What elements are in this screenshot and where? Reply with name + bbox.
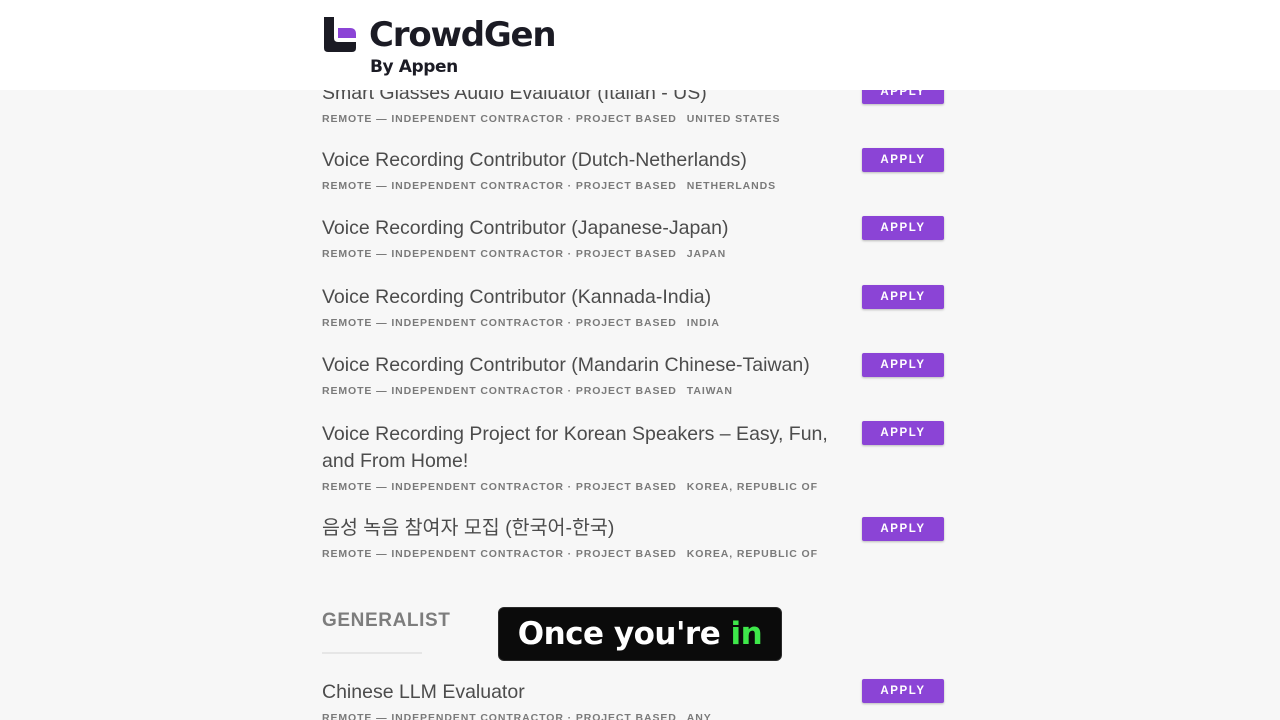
job-row: Chinese LLM Evaluator REMOTE — INDEPENDE… — [322, 679, 952, 720]
job-meta: REMOTE — INDEPENDENT CONTRACTOR · PROJEC… — [322, 547, 952, 561]
job-location: KOREA, REPUBLIC OF — [686, 548, 818, 560]
job-title-link[interactable]: Voice Recording Contributor (Japanese-Ja… — [322, 215, 852, 242]
apply-button[interactable]: APPLY — [862, 679, 944, 703]
job-meta: REMOTE — INDEPENDENT CONTRACTOR · PROJEC… — [322, 316, 952, 330]
job-type: REMOTE — INDEPENDENT CONTRACTOR · PROJEC… — [322, 548, 677, 560]
job-row: Voice Recording Contributor (Dutch-Nethe… — [322, 147, 952, 193]
job-title-link[interactable]: Voice Recording Contributor (Kannada-Ind… — [322, 284, 852, 311]
job-meta: REMOTE — INDEPENDENT CONTRACTOR · PROJEC… — [322, 711, 952, 720]
job-title-link[interactable]: Voice Recording Contributor (Mandarin Ch… — [322, 352, 852, 379]
job-meta: REMOTE — INDEPENDENT CONTRACTOR · PROJEC… — [322, 480, 952, 494]
brand-subtitle: By Appen — [370, 57, 458, 77]
job-location: JAPAN — [686, 248, 727, 260]
job-row: Voice Recording Contributor (Mandarin Ch… — [322, 352, 952, 398]
job-row: Voice Recording Project for Korean Speak… — [322, 421, 952, 494]
job-type: REMOTE — INDEPENDENT CONTRACTOR · PROJEC… — [322, 113, 677, 125]
job-meta: REMOTE — INDEPENDENT CONTRACTOR · PROJEC… — [322, 112, 952, 126]
job-title-link[interactable]: Voice Recording Contributor (Dutch-Nethe… — [322, 147, 852, 174]
caption-text: Once you're — [517, 616, 721, 652]
job-type: REMOTE — INDEPENDENT CONTRACTOR · PROJEC… — [322, 317, 677, 329]
job-type: REMOTE — INDEPENDENT CONTRACTOR · PROJEC… — [322, 712, 677, 720]
job-location: KOREA, REPUBLIC OF — [686, 481, 818, 493]
job-title-link[interactable]: Voice Recording Project for Korean Speak… — [322, 421, 852, 475]
job-title-link[interactable]: Chinese LLM Evaluator — [322, 679, 852, 706]
job-location: UNITED STATES — [686, 113, 781, 125]
caption-highlight: in — [730, 616, 763, 652]
job-type: REMOTE — INDEPENDENT CONTRACTOR · PROJEC… — [322, 481, 677, 493]
job-meta: REMOTE — INDEPENDENT CONTRACTOR · PROJEC… — [322, 384, 952, 398]
job-board-page: CrowdGen By Appen Smart Glasses Audio Ev… — [0, 0, 1280, 720]
section-heading-generalist: GENERALIST — [322, 610, 451, 631]
apply-button[interactable]: APPLY — [862, 517, 944, 541]
apply-button[interactable]: APPLY — [862, 353, 944, 377]
job-title-link[interactable]: 음성 녹음 참여자 모집 (한국어-한국) — [322, 515, 852, 542]
job-type: REMOTE — INDEPENDENT CONTRACTOR · PROJEC… — [322, 248, 677, 260]
job-location: TAIWAN — [686, 385, 733, 397]
job-row: Voice Recording Contributor (Japanese-Ja… — [322, 215, 952, 261]
job-row: 음성 녹음 참여자 모집 (한국어-한국) REMOTE — INDEPENDE… — [322, 515, 952, 561]
section-divider — [322, 652, 422, 654]
job-location: NETHERLANDS — [686, 180, 777, 192]
job-type: REMOTE — INDEPENDENT CONTRACTOR · PROJEC… — [322, 385, 677, 397]
job-type: REMOTE — INDEPENDENT CONTRACTOR · PROJEC… — [322, 180, 677, 192]
site-header: CrowdGen By Appen — [0, 0, 1280, 90]
job-meta: REMOTE — INDEPENDENT CONTRACTOR · PROJEC… — [322, 179, 952, 193]
apply-button[interactable]: APPLY — [862, 148, 944, 172]
brand-name: CrowdGen — [369, 15, 557, 55]
job-location: ANY — [686, 712, 712, 720]
job-location: INDIA — [686, 317, 720, 329]
video-caption: Once you're in — [498, 607, 782, 661]
crowdgen-logo[interactable]: CrowdGen By Appen — [322, 13, 582, 79]
job-meta: REMOTE — INDEPENDENT CONTRACTOR · PROJEC… — [322, 247, 952, 261]
apply-button[interactable]: APPLY — [862, 285, 944, 309]
apply-button[interactable]: APPLY — [862, 421, 944, 445]
job-row: Voice Recording Contributor (Kannada-Ind… — [322, 284, 952, 330]
apply-button[interactable]: APPLY — [862, 216, 944, 240]
crowdgen-logo-icon — [324, 17, 356, 52]
